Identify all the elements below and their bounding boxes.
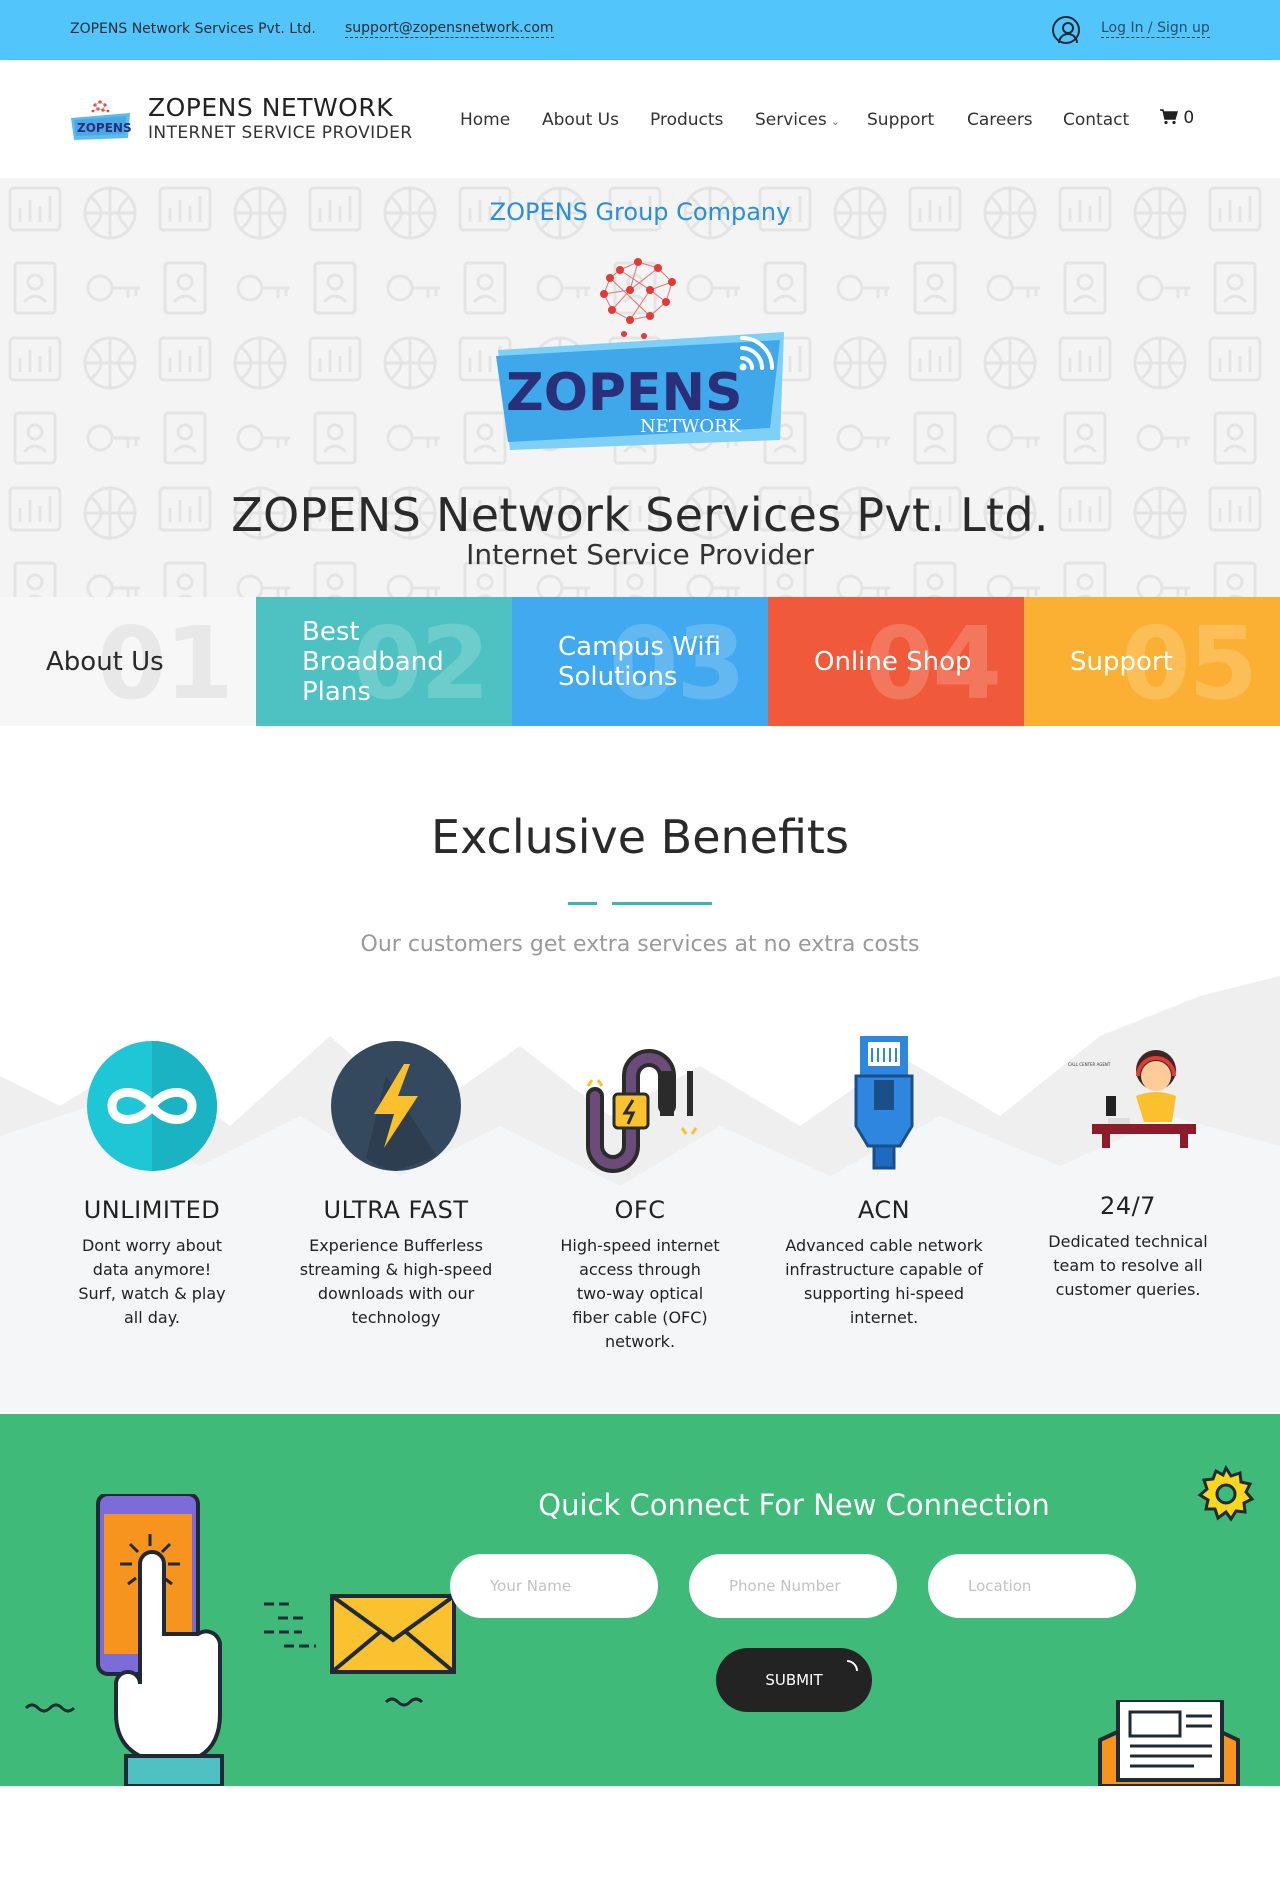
tile-campus-wifi[interactable]: 03 Campus Wifi Solutions xyxy=(512,597,768,726)
agent-sign-text: CALL CENTER AGENT xyxy=(1068,1062,1111,1067)
benefit-description: Advanced cable network infrastructure ca… xyxy=(785,1236,983,1327)
gear-icon xyxy=(1197,1464,1255,1522)
quick-connect-title: Quick Connect For New Connection xyxy=(538,1488,1050,1522)
newsletter-icon xyxy=(1098,1700,1240,1786)
svg-text:ZOPENS: ZOPENS xyxy=(77,121,132,135)
nav-home[interactable]: Home xyxy=(460,110,510,130)
cart-button[interactable]: 0 xyxy=(1160,108,1194,128)
support-email-link[interactable]: support@zopensnetwork.com xyxy=(345,20,554,38)
quick-connect-section: Quick Connect For New Connection SUBMIT xyxy=(0,1414,1280,1786)
benefits-title: Exclusive Benefits xyxy=(431,810,849,864)
tile-label: Support xyxy=(1070,646,1173,677)
ethernet-plug-icon xyxy=(814,1036,954,1176)
brand-subtitle: INTERNET SERVICE PROVIDER xyxy=(148,123,413,143)
login-signup-link[interactable]: Log In / Sign up xyxy=(1101,20,1210,38)
cart-icon xyxy=(1160,109,1178,125)
group-company-label: ZOPENS Group Company xyxy=(489,198,791,226)
benefit-description: Dont worry about data anymore! Surf, wat… xyxy=(78,1236,226,1327)
brand-title[interactable]: ZOPENS NETWORK xyxy=(148,94,393,122)
nav-careers[interactable]: Careers xyxy=(967,110,1033,130)
tile-broadband-plans[interactable]: 02 Best Broadband Plans xyxy=(256,597,512,726)
fiber-cable-icon xyxy=(570,1036,710,1176)
hero-logo: ZOPENS NETWORK xyxy=(490,250,790,460)
benefit-card-ultra-fast: ULTRA FAST Experience Bufferless streami… xyxy=(276,1036,516,1330)
hero-logo-word: ZOPENS xyxy=(506,363,743,423)
nav-products[interactable]: Products xyxy=(650,110,723,130)
nav-about-us[interactable]: About Us xyxy=(542,110,619,130)
hero-subtitle: Internet Service Provider xyxy=(466,538,814,571)
cart-count: 0 xyxy=(1183,108,1195,128)
nav-contact[interactable]: Contact xyxy=(1063,110,1129,130)
tile-label: Online Shop xyxy=(814,646,972,677)
top-company-name: ZOPENS Network Services Pvt. Ltd. xyxy=(70,21,316,37)
lightning-icon xyxy=(326,1036,466,1176)
benefit-card-ofc: OFC High-speed internet access through t… xyxy=(520,1036,760,1354)
benefit-name: OFC xyxy=(614,1196,666,1224)
tile-support[interactable]: 05 Support xyxy=(1024,597,1280,726)
phone-tap-icon xyxy=(24,1494,224,1786)
hero-logo-tag: NETWORK xyxy=(640,416,742,437)
envelope-icon xyxy=(264,1594,456,1707)
name-input[interactable] xyxy=(450,1554,658,1618)
nav-support[interactable]: Support xyxy=(867,110,934,130)
hero-title: ZOPENS Network Services Pvt. Ltd. xyxy=(231,488,1049,542)
benefit-description: Dedicated technical team to resolve all … xyxy=(1048,1232,1208,1299)
benefit-card-acn: ACN Advanced cable network infrastructur… xyxy=(764,1036,1004,1330)
benefit-name: ACN xyxy=(857,1196,911,1224)
benefits-subtitle: Our customers get extra services at no e… xyxy=(360,932,920,957)
location-input[interactable] xyxy=(928,1554,1136,1618)
benefit-description: Experience Bufferless streaming & high-s… xyxy=(299,1236,493,1327)
tile-label: Best Broadband Plans xyxy=(302,616,444,707)
call-center-agent-icon: CALL CENTER AGENT xyxy=(1058,1032,1198,1172)
tile-label: Campus Wifi Solutions xyxy=(558,631,721,692)
benefits-section: Exclusive Benefits Our customers get ext… xyxy=(0,726,1280,1414)
benefit-card-unlimited: UNLIMITED Dont worry about data anymore!… xyxy=(32,1036,272,1330)
user-circle-icon[interactable] xyxy=(1052,16,1080,44)
tile-about-us[interactable]: 01 About Us xyxy=(0,597,256,726)
title-divider xyxy=(612,902,712,905)
main-header: ZOPENS ZOPENS NETWORK INTERNET SERVICE P… xyxy=(0,60,1280,178)
phone-input[interactable] xyxy=(689,1554,897,1618)
benefit-description: High-speed internet access through two-w… xyxy=(560,1236,720,1351)
tile-label: About Us xyxy=(46,646,164,677)
title-divider xyxy=(568,902,597,905)
benefit-card-24-7: CALL CENTER AGENT 24/7 Dedicated technic… xyxy=(1008,1032,1248,1302)
tile-online-shop[interactable]: 04 Online Shop xyxy=(768,597,1024,726)
chevron-down-icon: ⌄ xyxy=(830,115,840,128)
hero-section: ZOPENS Group Company ZOPENS NETWORK ZOPE… xyxy=(0,178,1280,598)
brand-logo[interactable]: ZOPENS xyxy=(68,96,134,144)
nav-services[interactable]: Services ⌄ xyxy=(755,110,840,130)
benefit-name: ULTRA FAST xyxy=(323,1196,469,1224)
feature-tiles: 01 About Us 02 Best Broadband Plans 03 C… xyxy=(0,597,1280,726)
infinity-icon xyxy=(82,1036,222,1176)
nav-services-label: Services xyxy=(755,110,827,130)
benefit-name: 24/7 xyxy=(1100,1192,1156,1220)
submit-button[interactable]: SUBMIT xyxy=(716,1648,872,1712)
top-bar: ZOPENS Network Services Pvt. Ltd. suppor… xyxy=(0,0,1280,60)
benefit-name: UNLIMITED xyxy=(83,1196,221,1224)
